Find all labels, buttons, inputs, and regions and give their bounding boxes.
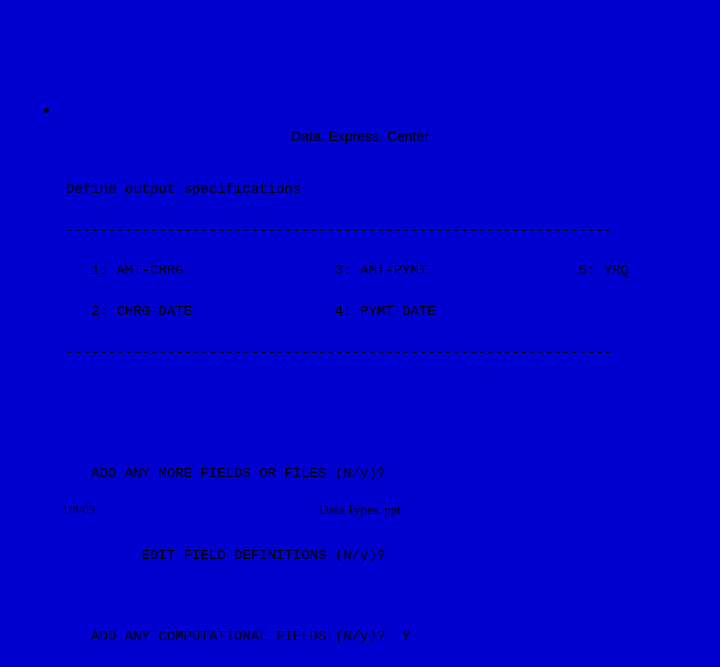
prompt-add-fields[interactable]: ADD ANY MORE FIELDS OR FILES (N/y)? [66,464,700,484]
blank-1 [66,383,700,403]
rule-top: ----------------------------------------… [66,221,700,241]
blank-4 [66,586,700,606]
prompt-computational[interactable]: ADD ANY COMPUTATIONAL FIELDS (N/y)? Y [66,627,700,647]
fields-row-1: 1: AMT-CHRG 3: AMT-PYMT 5: YRQ [66,261,700,281]
define-heading: Define output specifications [66,180,700,200]
fields-row-2: 2: CHRG-DATE 4: PYMT-DATE [66,302,700,322]
terminal-screen: Define output specifications -----------… [66,160,700,667]
rule-bottom: ----------------------------------------… [66,343,700,363]
header-title: Data. Express. Center [0,128,720,144]
footer-filename: Data Types. ppt [0,502,720,518]
bullet-icon [44,108,49,113]
prompt-edit-defs[interactable]: EDIT FIELD DEFINITIONS (N/y)? [66,546,700,566]
blank-2 [66,424,700,444]
